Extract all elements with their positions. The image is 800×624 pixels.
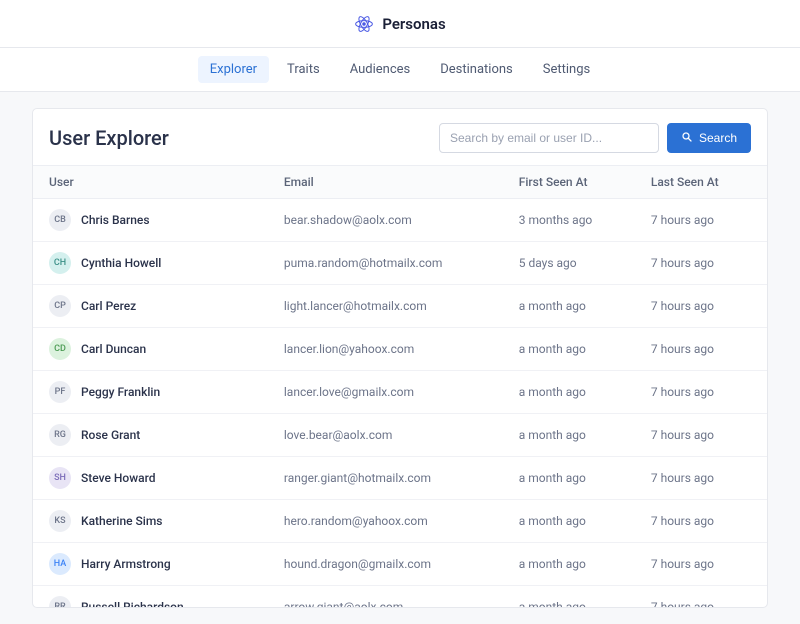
user-name: Chris Barnes bbox=[81, 213, 150, 227]
tab-traits[interactable]: Traits bbox=[275, 56, 332, 83]
tab-destinations[interactable]: Destinations bbox=[428, 56, 525, 83]
table-row[interactable]: RR Russell Richardson arrow.giant@aolx.com… bbox=[33, 586, 767, 608]
user-name: Carl Duncan bbox=[81, 342, 146, 356]
user-name: Cynthia Howell bbox=[81, 256, 161, 270]
user-last-seen: 7 hours ago bbox=[635, 285, 767, 328]
user-first-seen: a month ago bbox=[503, 285, 635, 328]
user-email: puma.random@hotmailx.com bbox=[268, 242, 503, 285]
tab-explorer[interactable]: Explorer bbox=[198, 56, 269, 83]
table-row[interactable]: RG Rose Grant love.bear@aolx.coma month ag… bbox=[33, 414, 767, 457]
col-header-last-seen[interactable]: Last Seen At bbox=[635, 166, 767, 199]
user-last-seen: 7 hours ago bbox=[635, 414, 767, 457]
users-table: User Email First Seen At Last Seen At CB… bbox=[33, 165, 767, 607]
user-name: Steve Howard bbox=[81, 471, 156, 485]
search-button-label: Search bbox=[699, 131, 737, 145]
avatar: PF bbox=[49, 381, 71, 403]
table-row[interactable]: CP Carl Perez light.lancer@hotmailx.coma m… bbox=[33, 285, 767, 328]
user-last-seen: 7 hours ago bbox=[635, 543, 767, 586]
user-last-seen: 7 hours ago bbox=[635, 242, 767, 285]
user-first-seen: a month ago bbox=[503, 586, 635, 608]
user-first-seen: a month ago bbox=[503, 414, 635, 457]
user-last-seen: 7 hours ago bbox=[635, 586, 767, 608]
col-header-user[interactable]: User bbox=[33, 166, 268, 199]
user-first-seen: 5 days ago bbox=[503, 242, 635, 285]
search-button[interactable]: Search bbox=[667, 123, 751, 153]
table-row[interactable]: CD Carl Duncan lancer.lion@yahoox.coma mon… bbox=[33, 328, 767, 371]
brand-name: Personas bbox=[382, 15, 445, 33]
user-name: Russell Richardson bbox=[81, 600, 184, 607]
table-row[interactable]: HA Harry Armstrong hound.dragon@gmailx.com… bbox=[33, 543, 767, 586]
user-first-seen: a month ago bbox=[503, 371, 635, 414]
user-email: arrow.giant@aolx.com bbox=[268, 586, 503, 608]
table-row[interactable]: CB Chris Barnes bear.shadow@aolx.com3 mont… bbox=[33, 199, 767, 242]
user-email: love.bear@aolx.com bbox=[268, 414, 503, 457]
avatar: CD bbox=[49, 338, 71, 360]
user-first-seen: a month ago bbox=[503, 500, 635, 543]
user-name: Carl Perez bbox=[81, 299, 136, 313]
avatar: KS bbox=[49, 510, 71, 532]
user-email: ranger.giant@hotmailx.com bbox=[268, 457, 503, 500]
avatar: CH bbox=[49, 252, 71, 274]
page-title: User Explorer bbox=[49, 126, 169, 150]
user-name: Katherine Sims bbox=[81, 514, 163, 528]
avatar: RR bbox=[49, 596, 71, 607]
tab-audiences[interactable]: Audiences bbox=[338, 56, 423, 83]
user-name: Peggy Franklin bbox=[81, 385, 160, 399]
user-name: Rose Grant bbox=[81, 428, 140, 442]
brand: Personas bbox=[354, 14, 445, 34]
avatar: HA bbox=[49, 553, 71, 575]
avatar: SH bbox=[49, 467, 71, 489]
card-header: User Explorer Search bbox=[33, 109, 767, 165]
user-email: bear.shadow@aolx.com bbox=[268, 199, 503, 242]
nav-tabs: Explorer Traits Audiences Destinations S… bbox=[0, 48, 800, 92]
table-scroll[interactable]: User Email First Seen At Last Seen At CB… bbox=[33, 165, 767, 607]
user-first-seen: 3 months ago bbox=[503, 199, 635, 242]
avatar: RG bbox=[49, 424, 71, 446]
avatar: CB bbox=[49, 209, 71, 231]
app-header: Personas bbox=[0, 0, 800, 48]
table-header-row: User Email First Seen At Last Seen At bbox=[33, 166, 767, 199]
user-last-seen: 7 hours ago bbox=[635, 328, 767, 371]
search-input[interactable] bbox=[439, 123, 659, 153]
user-name: Harry Armstrong bbox=[81, 557, 171, 571]
page-body: User Explorer Search User bbox=[0, 92, 800, 624]
table-row[interactable]: SH Steve Howard ranger.giant@hotmailx.coma… bbox=[33, 457, 767, 500]
user-email: hero.random@yahoox.com bbox=[268, 500, 503, 543]
user-first-seen: a month ago bbox=[503, 328, 635, 371]
table-row[interactable]: KS Katherine Sims hero.random@yahoox.coma … bbox=[33, 500, 767, 543]
col-header-email[interactable]: Email bbox=[268, 166, 503, 199]
table-row[interactable]: PF Peggy Franklin lancer.love@gmailx.coma … bbox=[33, 371, 767, 414]
avatar: CP bbox=[49, 295, 71, 317]
user-email: lancer.lion@yahoox.com bbox=[268, 328, 503, 371]
user-first-seen: a month ago bbox=[503, 543, 635, 586]
col-header-first-seen[interactable]: First Seen At bbox=[503, 166, 635, 199]
user-last-seen: 7 hours ago bbox=[635, 457, 767, 500]
user-last-seen: 7 hours ago bbox=[635, 199, 767, 242]
table-row[interactable]: CH Cynthia Howell puma.random@hotmailx.com… bbox=[33, 242, 767, 285]
user-last-seen: 7 hours ago bbox=[635, 500, 767, 543]
user-email: lancer.love@gmailx.com bbox=[268, 371, 503, 414]
user-explorer-card: User Explorer Search User bbox=[32, 108, 768, 608]
user-last-seen: 7 hours ago bbox=[635, 371, 767, 414]
search-group: Search bbox=[439, 123, 751, 153]
user-first-seen: a month ago bbox=[503, 457, 635, 500]
user-email: hound.dragon@gmailx.com bbox=[268, 543, 503, 586]
search-icon bbox=[681, 131, 693, 146]
brand-logo-icon bbox=[354, 14, 374, 34]
tab-settings[interactable]: Settings bbox=[531, 56, 602, 83]
user-email: light.lancer@hotmailx.com bbox=[268, 285, 503, 328]
